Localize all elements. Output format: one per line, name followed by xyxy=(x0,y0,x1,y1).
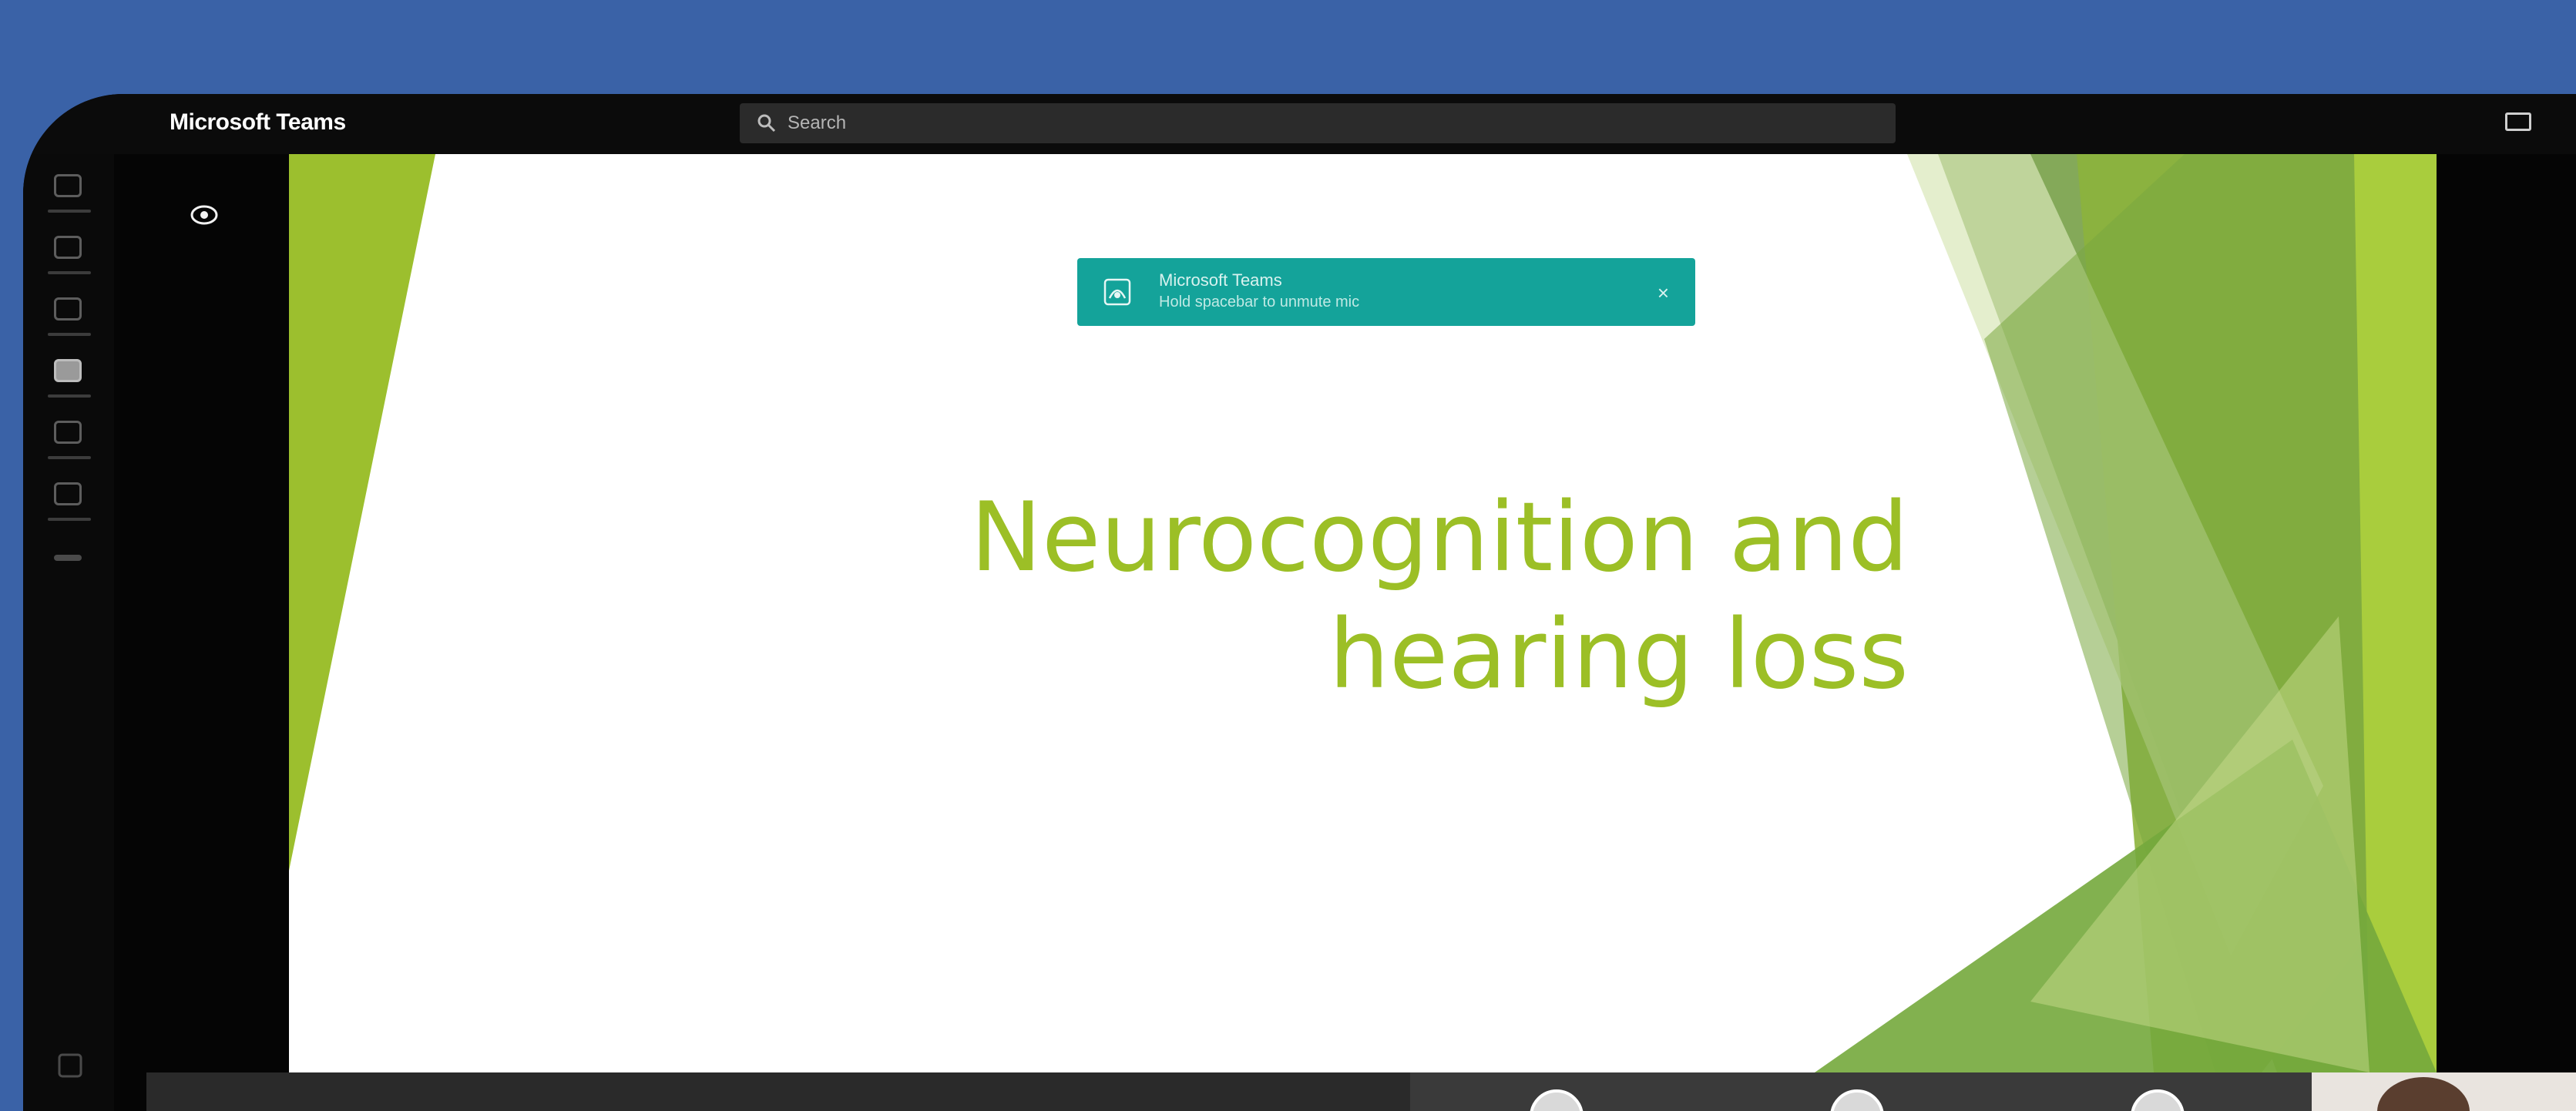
toast-title: Microsoft Teams xyxy=(1159,270,1282,290)
close-icon[interactable]: × xyxy=(1657,281,1669,305)
files-icon xyxy=(54,482,82,505)
activity-icon xyxy=(54,174,82,197)
app-rail xyxy=(23,154,114,1111)
slide-title-line-1: Neurocognition and xyxy=(970,482,1909,593)
participant-video[interactable] xyxy=(2312,1072,2576,1111)
slide-title: Neurocognition and hearing loss xyxy=(970,479,1909,713)
rail-item-files[interactable] xyxy=(48,482,91,521)
rail-item-calls[interactable] xyxy=(48,421,91,459)
notification-toast[interactable]: Microsoft Teams Hold spacebar to unmute … xyxy=(1077,258,1695,326)
eye-icon[interactable] xyxy=(187,198,221,232)
toast-message: Hold spacebar to unmute mic xyxy=(1159,294,1360,310)
search-icon xyxy=(757,113,777,133)
help-icon[interactable] xyxy=(57,1052,83,1079)
chat-icon xyxy=(54,236,82,259)
teams-icon xyxy=(54,297,82,321)
rail-item-more[interactable] xyxy=(54,544,85,575)
more-icon xyxy=(54,555,82,561)
microphone-icon xyxy=(1102,277,1133,307)
calls-icon xyxy=(54,421,82,444)
participant-strip xyxy=(1410,1072,2312,1111)
search-bar[interactable]: Search xyxy=(740,103,1896,143)
window-restore-button[interactable] xyxy=(2505,112,2531,131)
calendar-icon xyxy=(54,359,82,382)
search-input[interactable]: Search xyxy=(788,112,846,134)
rail-item-activity[interactable] xyxy=(48,174,91,213)
participant-video-image xyxy=(2377,1077,2470,1111)
participant-avatar[interactable] xyxy=(1830,1089,1884,1111)
rail-item-chat[interactable] xyxy=(48,236,91,274)
meeting-controls-bar xyxy=(146,1072,1410,1111)
teams-window: Microsoft Teams Search Neurocognition an… xyxy=(23,94,2576,1111)
rail-item-calendar[interactable] xyxy=(48,359,91,398)
slide-title-line-2: hearing loss xyxy=(1328,599,1909,710)
participant-avatar[interactable] xyxy=(1530,1089,1584,1111)
participant-avatar[interactable] xyxy=(2131,1089,2185,1111)
rail-item-teams[interactable] xyxy=(48,297,91,336)
app-title: Microsoft Teams xyxy=(170,109,346,135)
title-bar: Microsoft Teams Search xyxy=(23,94,2576,154)
